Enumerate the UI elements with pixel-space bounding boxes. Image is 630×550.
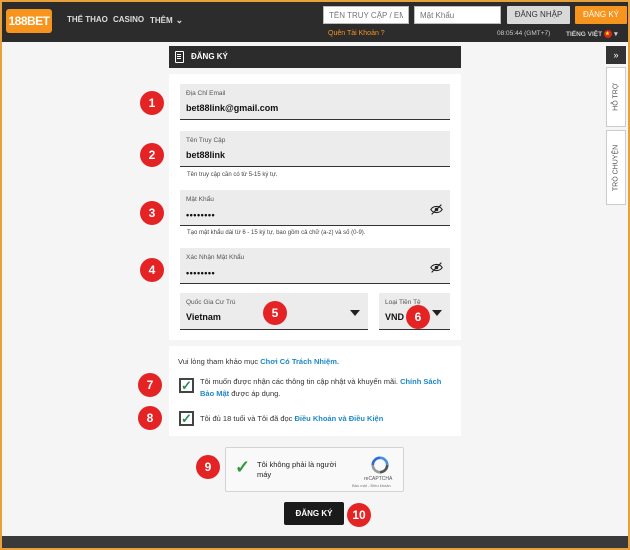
language-selector[interactable]: TIẾNG VIỆT ▾ [566,30,618,39]
username-field[interactable]: Tên Truy Cập bet88link [180,131,450,167]
country-value: Vietnam [186,312,221,322]
nav-casino[interactable]: CASINO [113,15,144,24]
responsible-prefix: Vui lòng tham khảo mục [178,357,261,366]
support-tab-label: HỖ TRỢ [612,83,620,111]
email-field[interactable]: Địa Chỉ Email bet88link@gmail.com [180,84,450,120]
terms-conditions-link[interactable]: Điều Khoản và Điều Kiện [295,414,384,423]
newsletter-text: Tôi muốn được nhận các thông tin cập nhậ… [200,376,452,400]
email-label: Địa Chỉ Email [186,90,226,97]
nav-more[interactable]: THÊM ⌄ [150,15,183,26]
expand-panel-icon[interactable]: » [606,46,626,64]
nav-sports[interactable]: THỂ THAO [67,15,108,24]
password-label: Mật Khẩu [186,196,214,203]
document-icon [175,51,184,63]
callout-5: 5 [263,301,287,325]
brand-logo[interactable]: 188BET [6,9,52,33]
callout-6: 6 [406,305,430,329]
forgot-account-link[interactable]: Quên Tài Khoản ? [328,30,385,37]
chat-tab[interactable]: TRÒ CHUYỆN [606,130,626,205]
confirm-password-value: •••••••• [186,268,216,278]
age-prefix: Tôi đủ 18 tuổi và Tôi đã đọc [200,414,295,423]
side-panel: » HỖ TRỢ TRÒ CHUYỆN [606,46,626,205]
captcha-text: Tôi không phải là người máy [257,460,337,479]
confirm-password-label: Xác Nhận Mật Khẩu [186,254,245,261]
section-title: ĐĂNG KÝ [191,52,228,61]
login-button[interactable]: ĐĂNG NHẬP [507,6,570,24]
checkmark-icon: ✓ [181,411,192,426]
username-hint: Tên truy cập cần có từ 5-15 ký tự. [187,172,278,178]
callout-7: 7 [138,373,162,397]
country-label: Quốc Gia Cư Trú [186,299,236,306]
captcha-terms[interactable]: Bảo mật - Điều khoản [352,483,391,488]
caret-down-icon [432,310,442,316]
newsletter-checkbox[interactable]: ✓ [179,378,194,393]
newsletter-prefix: Tôi muốn được nhận các thông tin cập nhậ… [200,377,401,386]
newsletter-suffix: được áp dụng. [229,389,281,398]
callout-1: 1 [140,91,164,115]
password-value: •••••••• [186,210,216,220]
nav-more-label: THÊM [150,16,173,25]
chat-tab-label: TRÒ CHUYỆN [612,144,620,191]
checkmark-icon: ✓ [181,378,192,393]
age-terms-checkbox[interactable]: ✓ [179,411,194,426]
callout-2: 2 [140,143,164,167]
password-field[interactable]: Mật Khẩu •••••••• [180,190,450,226]
confirm-password-field[interactable]: Xác Nhận Mật Khẩu •••••••• [180,248,450,284]
username-label: Tên Truy Cập [186,137,226,144]
header-password-input[interactable] [414,6,501,24]
currency-value: VND [385,312,405,322]
header-username-input[interactable] [323,6,409,24]
responsible-gaming-note: Vui lòng tham khảo mục Chơi Có Trách Nhi… [178,357,339,366]
top-header: 188BET THỂ THAO CASINO THÊM⌄ ĐĂNG NHẬP Đ… [0,0,630,42]
captcha-checkmark-icon[interactable]: ✓ [235,457,250,478]
captcha-brand: reCAPTCHA [364,476,393,482]
callout-8: 8 [138,406,162,430]
callout-3: 3 [140,201,164,225]
footer-strip [0,536,630,550]
password-hint: Tạo mật khẩu dài từ 6 - 15 ký tự, bao gồ… [187,230,366,236]
register-section-header: ĐĂNG KÝ [169,46,461,68]
eye-slash-icon[interactable] [430,203,443,216]
username-value: bet88link [186,150,226,160]
support-tab[interactable]: HỖ TRỢ [606,67,626,127]
register-header-button[interactable]: ĐĂNG KÝ [575,6,627,24]
callout-4: 4 [140,258,164,282]
callout-10: 10 [347,503,371,527]
callout-9: 9 [196,455,220,479]
language-label: TIẾNG VIỆT [566,31,603,38]
responsible-gaming-link[interactable]: Chơi Có Trách Nhiệm. [260,357,339,366]
clock-display: 08:05:44 (GMT+7) [497,30,551,37]
eye-slash-icon[interactable] [430,261,443,274]
recaptcha-logo-icon [371,456,389,474]
age-terms-text: Tôi đủ 18 tuổi và Tôi đã đọc Điều Khoản … [200,413,452,425]
chevron-down-icon: ⌄ [175,15,184,25]
chevron-down-icon: ▾ [614,31,618,38]
email-value: bet88link@gmail.com [186,103,279,113]
vietnam-flag-icon [604,30,613,39]
caret-down-icon [350,310,360,316]
recaptcha-widget[interactable]: ✓ Tôi không phải là người máy reCAPTCHA … [225,447,404,492]
submit-register-button[interactable]: ĐĂNG KÝ [284,502,344,525]
